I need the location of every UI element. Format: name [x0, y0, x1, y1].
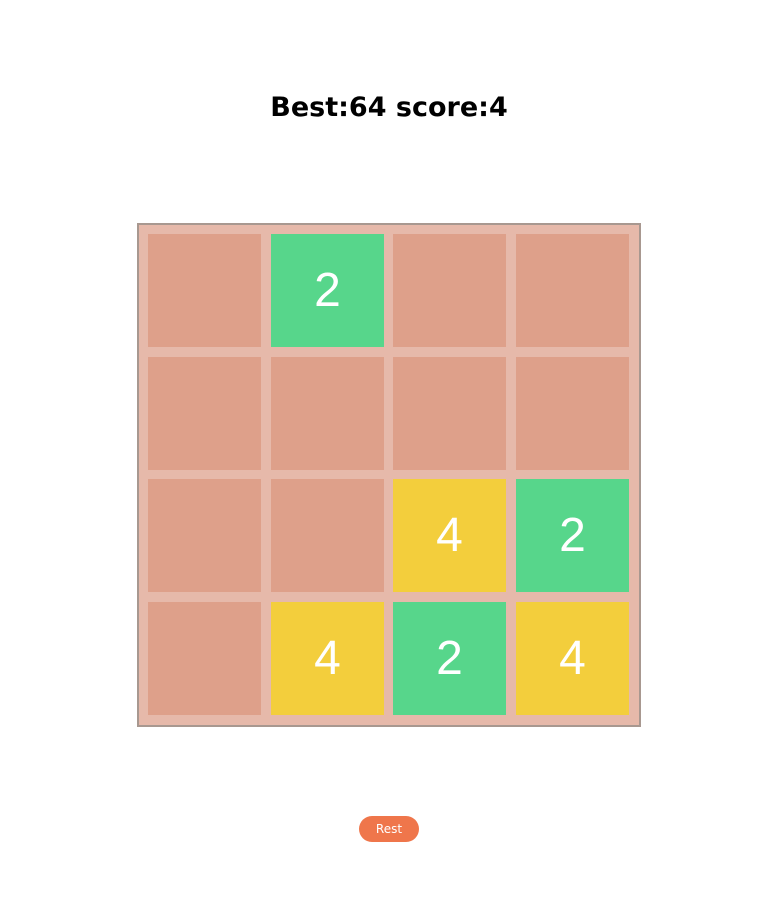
best-label: Best: [270, 92, 349, 123]
empty-cell [271, 357, 384, 470]
empty-cell [148, 357, 261, 470]
score-label: score: [395, 92, 489, 123]
reset-button[interactable]: Rest [359, 816, 419, 842]
empty-cell [148, 234, 261, 347]
empty-cell [516, 357, 629, 470]
score-header: Best:64 score:4 [0, 92, 757, 123]
tile-4: 4 [271, 602, 384, 715]
empty-cell [148, 479, 261, 592]
tile-4: 4 [393, 479, 506, 592]
tile-2: 2 [516, 479, 629, 592]
empty-cell [148, 602, 261, 715]
game-board[interactable]: 242424 [137, 223, 641, 727]
empty-cell [516, 234, 629, 347]
tile-4: 4 [516, 602, 629, 715]
best-value: 64 [348, 92, 387, 123]
empty-cell [271, 479, 384, 592]
empty-cell [393, 357, 506, 470]
score-value: 4 [488, 92, 508, 123]
tile-2: 2 [271, 234, 384, 347]
empty-cell [393, 234, 506, 347]
tile-2: 2 [393, 602, 506, 715]
